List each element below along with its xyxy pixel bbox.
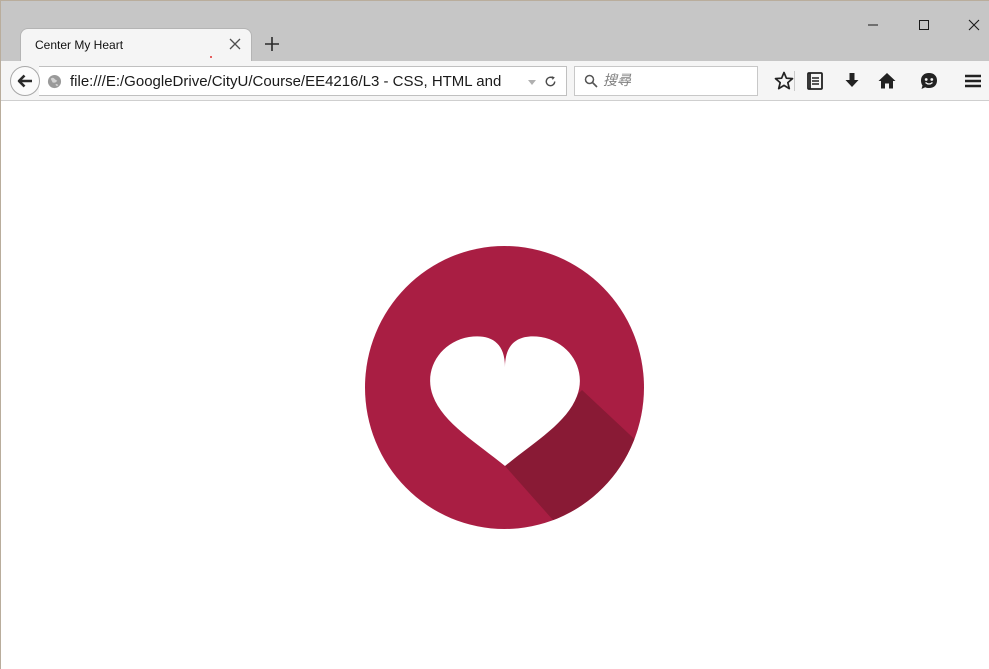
hello-chat-icon[interactable]: [918, 70, 940, 92]
tab-close-icon[interactable]: [225, 34, 245, 54]
reload-icon[interactable]: [543, 74, 558, 89]
bookmarks-menu-icon[interactable]: [804, 70, 826, 92]
nav-toolbar: file:///E:/GoogleDrive/CityU/Course/EE42…: [1, 61, 989, 101]
search-input[interactable]: [603, 71, 753, 91]
toolbar-separator: [794, 71, 795, 91]
minimize-icon[interactable]: [863, 15, 883, 35]
search-icon: [584, 74, 598, 88]
heart-logo-icon: [365, 246, 644, 529]
hamburger-menu-icon[interactable]: [962, 70, 984, 92]
home-icon[interactable]: [876, 70, 898, 92]
close-window-icon[interactable]: [964, 15, 984, 35]
title-bar: Center My Heart: [1, 1, 989, 62]
tab-title: Center My Heart: [35, 38, 124, 52]
page-content: [1, 101, 989, 669]
tab-loading-dot: [210, 56, 212, 58]
new-tab-plus-icon[interactable]: [263, 35, 281, 53]
back-arrow-icon: [17, 74, 32, 88]
url-text[interactable]: file:///E:/GoogleDrive/CityU/Course/EE42…: [70, 73, 524, 90]
url-bar[interactable]: file:///E:/GoogleDrive/CityU/Course/EE42…: [39, 66, 567, 96]
search-bar[interactable]: [574, 66, 758, 96]
globe-icon: [47, 74, 62, 89]
url-dropdown-icon[interactable]: [526, 76, 538, 88]
downloads-icon[interactable]: [841, 70, 863, 92]
maximize-icon[interactable]: [914, 15, 934, 35]
tab-center-my-heart[interactable]: Center My Heart: [20, 28, 252, 62]
back-button[interactable]: [10, 66, 40, 96]
bookmark-star-icon[interactable]: [773, 70, 795, 92]
